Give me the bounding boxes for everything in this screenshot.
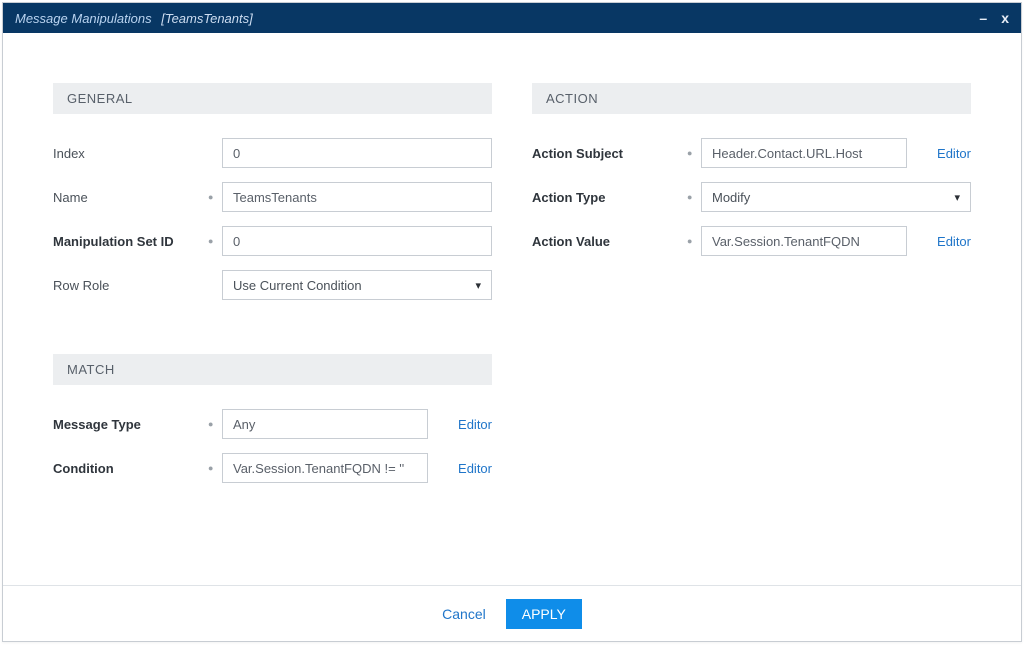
window-title: Message Manipulations: [15, 11, 152, 26]
editor-link-condition[interactable]: Editor: [440, 461, 492, 476]
row-action-subject: Action Subject ● Editor: [532, 138, 971, 168]
cancel-button[interactable]: Cancel: [442, 606, 486, 622]
select-action-type[interactable]: Modify: [701, 182, 971, 212]
input-index[interactable]: [222, 138, 492, 168]
label-row-role: Row Role: [53, 278, 208, 293]
modified-bullet-icon: ●: [687, 149, 701, 158]
label-message-type: Message Type: [53, 417, 208, 432]
input-action-value[interactable]: [701, 226, 907, 256]
label-action-value: Action Value: [532, 234, 687, 249]
row-message-type: Message Type ● Editor: [53, 409, 492, 439]
input-manipulation-set-id[interactable]: [222, 226, 492, 256]
section-header-general: GENERAL: [53, 83, 492, 114]
dialog-body: GENERAL Index Name ● Manipulation Set ID…: [3, 33, 1021, 585]
modified-bullet-icon: ●: [208, 237, 222, 246]
window-subtitle: [TeamsTenants]: [161, 11, 253, 26]
section-header-action: ACTION: [532, 83, 971, 114]
modified-bullet-icon: ●: [208, 420, 222, 429]
label-manipulation-set-id: Manipulation Set ID: [53, 234, 208, 249]
editor-link-action-value[interactable]: Editor: [919, 234, 971, 249]
modified-bullet-icon: ●: [687, 193, 701, 202]
editor-link-action-subject[interactable]: Editor: [919, 146, 971, 161]
label-action-type: Action Type: [532, 190, 687, 205]
modified-bullet-icon: ●: [208, 193, 222, 202]
left-column: GENERAL Index Name ● Manipulation Set ID…: [53, 83, 492, 585]
window-controls: – x: [979, 10, 1009, 26]
row-index: Index: [53, 138, 492, 168]
row-name: Name ●: [53, 182, 492, 212]
label-condition: Condition: [53, 461, 208, 476]
select-row-role[interactable]: Use Current Condition: [222, 270, 492, 300]
section-header-match: MATCH: [53, 354, 492, 385]
input-name[interactable]: [222, 182, 492, 212]
modified-bullet-icon: ●: [687, 237, 701, 246]
input-action-subject[interactable]: [701, 138, 907, 168]
label-name: Name: [53, 190, 208, 205]
titlebar: Message Manipulations [TeamsTenants] – x: [3, 3, 1021, 33]
minimize-icon[interactable]: –: [979, 10, 987, 26]
dialog-window: Message Manipulations [TeamsTenants] – x…: [2, 2, 1022, 642]
select-row-role-value: Use Current Condition: [233, 278, 362, 293]
apply-button[interactable]: APPLY: [506, 599, 582, 629]
editor-link-message-type[interactable]: Editor: [440, 417, 492, 432]
row-manipulation-set-id: Manipulation Set ID ●: [53, 226, 492, 256]
modified-bullet-icon: ●: [208, 464, 222, 473]
titlebar-text: Message Manipulations [TeamsTenants]: [15, 11, 253, 26]
close-icon[interactable]: x: [1001, 10, 1009, 26]
label-action-subject: Action Subject: [532, 146, 687, 161]
dialog-footer: Cancel APPLY: [3, 585, 1021, 641]
row-action-type: Action Type ● Modify: [532, 182, 971, 212]
row-row-role: Row Role Use Current Condition: [53, 270, 492, 300]
input-message-type[interactable]: [222, 409, 428, 439]
spacer: [53, 314, 492, 354]
row-condition: Condition ● Editor: [53, 453, 492, 483]
row-action-value: Action Value ● Editor: [532, 226, 971, 256]
select-action-type-value: Modify: [712, 190, 750, 205]
label-index: Index: [53, 146, 208, 161]
right-column: ACTION Action Subject ● Editor Action Ty…: [532, 83, 971, 585]
input-condition[interactable]: [222, 453, 428, 483]
